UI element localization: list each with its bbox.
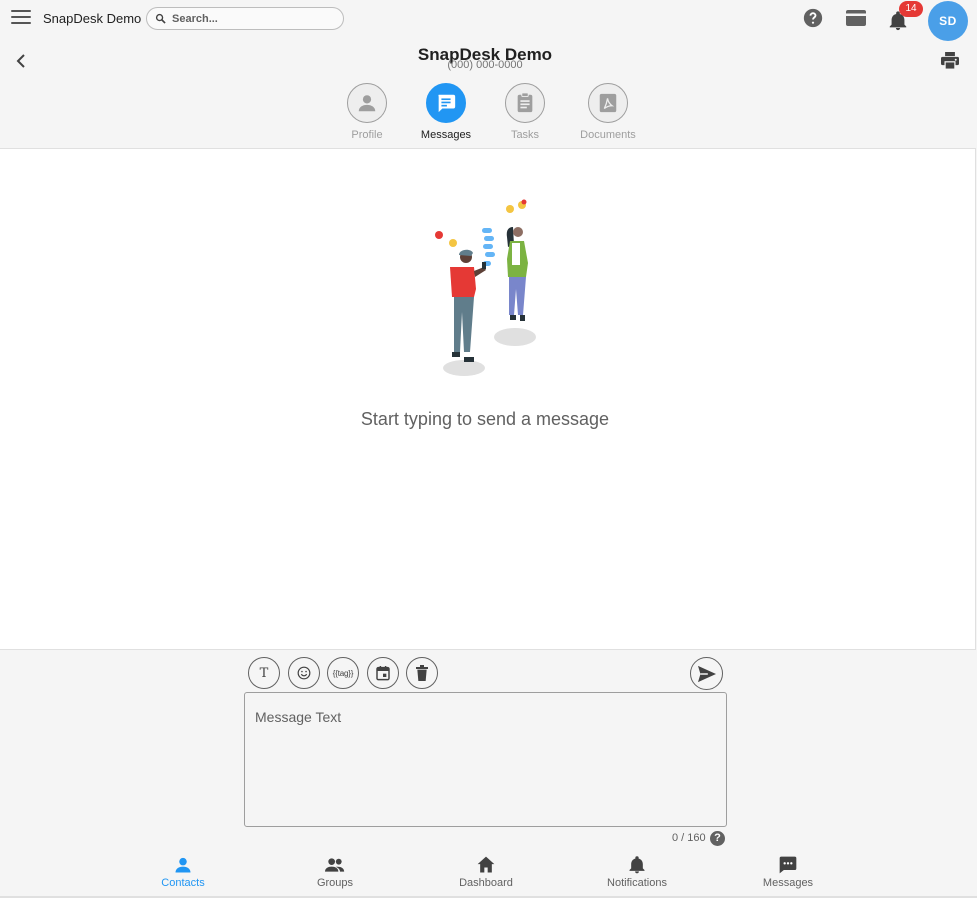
trash-icon [416,665,428,681]
tab-label: Profile [351,129,383,141]
person-icon [175,857,191,873]
nav-label: Dashboard [459,877,513,889]
group-icon [325,858,345,872]
search-icon [155,13,166,24]
send-button[interactable] [690,657,723,690]
nav-contacts[interactable]: Contacts [133,855,233,889]
home-icon [477,856,495,873]
character-count: 0 / 160 [672,832,706,844]
chat-icon [438,94,456,113]
messages-panel: Start typing to send a message [0,148,976,650]
tab-profile[interactable]: Profile [327,83,407,141]
send-icon [697,665,716,682]
hamburger-menu-icon[interactable] [11,10,31,26]
emoji-icon [297,666,311,680]
tab-label: Messages [420,129,472,141]
top-app-bar: SnapDesk Demo 14 SD [0,0,977,41]
calendar-icon [376,666,390,681]
help-icon[interactable] [803,8,823,28]
contact-tabs: Profile Messages Tasks Documents [0,83,977,143]
message-text-field[interactable] [244,692,727,827]
pdf-icon [599,93,617,113]
tab-messages[interactable]: Messages [406,83,486,141]
text-format-icon: T [259,665,269,681]
person-icon [358,95,376,112]
nav-messages[interactable]: Messages [738,855,838,889]
bell-icon [629,856,645,874]
nav-label: Contacts [161,877,205,889]
user-avatar[interactable]: SD [928,1,968,41]
nav-label: Notifications [607,877,667,889]
contact-phone: (000) 000-0000 [447,59,523,71]
tab-label: Documents [580,129,636,141]
app-title: SnapDesk Demo [43,11,142,26]
nav-groups[interactable]: Groups [285,855,385,889]
tab-label: Tasks [510,129,540,141]
delete-button[interactable] [406,657,438,689]
search-box[interactable] [146,7,344,30]
bottom-navigation: Contacts Groups Dashboard Notifications … [0,850,977,898]
nav-dashboard[interactable]: Dashboard [436,855,536,889]
empty-state-message: Start typing to send a message [360,409,610,429]
tag-icon: {{tag}} [332,668,354,678]
insert-tag-button[interactable]: {{tag}} [327,657,359,689]
message-input[interactable] [245,693,726,826]
credit-card-icon[interactable] [846,10,866,26]
nav-label: Messages [762,877,814,889]
text-format-button[interactable]: T [248,657,280,689]
people-texting-illustration [435,199,536,376]
nav-notifications[interactable]: Notifications [587,855,687,889]
schedule-button[interactable] [367,657,399,689]
clipboard-icon [517,92,533,113]
notification-count-badge: 14 [899,1,923,17]
chat-icon [779,856,797,874]
nav-label: Groups [316,877,354,889]
tab-tasks[interactable]: Tasks [485,83,565,141]
search-input[interactable] [172,11,332,27]
print-icon[interactable] [940,52,960,70]
character-count-help-icon[interactable]: ? [710,831,725,846]
emoji-button[interactable] [288,657,320,689]
tab-documents[interactable]: Documents [568,83,648,141]
